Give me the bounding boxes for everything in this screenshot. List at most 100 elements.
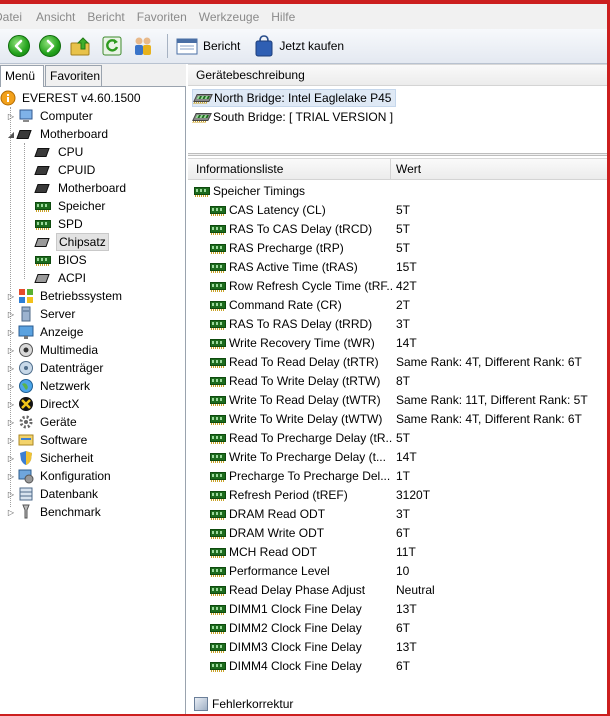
- row-name: Read To Precharge Delay (tR...: [229, 430, 392, 445]
- table-row[interactable]: DIMM1 Clock Fine Delay 13T: [188, 599, 607, 618]
- chipset-icon: [192, 113, 212, 121]
- table-row[interactable]: Read To Write Delay (tRTW) 8T: [188, 371, 607, 390]
- menu-ansicht[interactable]: Ansicht: [36, 10, 83, 24]
- tree-item-datentraeger[interactable]: ▷ Datenträger: [6, 359, 105, 377]
- menu-werkzeuge[interactable]: Werkzeuge: [199, 10, 267, 24]
- tab-favorites[interactable]: Favoriten: [45, 65, 102, 86]
- menu-datei[interactable]: Datei: [0, 10, 30, 24]
- table-row[interactable]: CAS Latency (CL) 5T: [188, 200, 607, 219]
- table-row[interactable]: Read Delay Phase Adjust Neutral: [188, 580, 607, 599]
- expand-icon[interactable]: ▷: [6, 454, 16, 463]
- expand-icon[interactable]: ▷: [6, 418, 16, 427]
- tree-item-chipsatz[interactable]: Chipsatz: [34, 233, 109, 251]
- table-row[interactable]: DRAM Read ODT 3T: [188, 504, 607, 523]
- device-description-header[interactable]: Gerätebeschreibung: [188, 64, 607, 86]
- tree-item-benchmark[interactable]: ▷ Benchmark: [6, 503, 103, 521]
- table-row[interactable]: Write To Precharge Delay (t... 14T: [188, 447, 607, 466]
- tree-item-konfiguration[interactable]: ▷ Konfiguration: [6, 467, 113, 485]
- expand-icon[interactable]: ▷: [6, 436, 16, 445]
- configuration-icon: [18, 468, 34, 484]
- table-row[interactable]: RAS To RAS Delay (tRRD) 3T: [188, 314, 607, 333]
- table-row[interactable]: Precharge To Precharge Del... 1T: [188, 466, 607, 485]
- table-row[interactable]: DIMM2 Clock Fine Delay 6T: [188, 618, 607, 637]
- table-row[interactable]: Read To Read Delay (tRTR) Same Rank: 4T, …: [188, 352, 607, 371]
- tree-item-geraete[interactable]: ▷ Geräte: [6, 413, 79, 431]
- tab-menu-label: Menü: [5, 69, 36, 83]
- row-value: 15T: [396, 259, 417, 274]
- tree-item-software[interactable]: ▷ Software: [6, 431, 89, 449]
- row-name: Row Refresh Cycle Time (tRF...: [229, 278, 392, 293]
- users-button[interactable]: [130, 33, 156, 59]
- tree-item-cpuid[interactable]: CPUID: [34, 161, 97, 179]
- tree-item-directx[interactable]: ▷ DirectX: [6, 395, 81, 413]
- buy-now-button[interactable]: Jetzt kaufen: [254, 35, 344, 57]
- tree-item-anzeige[interactable]: ▷ Anzeige: [6, 323, 85, 341]
- table-row[interactable]: Write Recovery Time (tWR) 14T: [188, 333, 607, 352]
- table-row[interactable]: MCH Read ODT 11T: [188, 542, 607, 561]
- table-row[interactable]: Refresh Period (tREF) 3120T: [188, 485, 607, 504]
- expand-icon[interactable]: ▷: [6, 292, 16, 301]
- tree-item-bios[interactable]: BIOS: [34, 251, 89, 269]
- tree-item-computer[interactable]: ▷ Computer: [6, 107, 95, 125]
- row-name: Refresh Period (tREF): [229, 487, 348, 502]
- expand-icon[interactable]: ▷: [6, 310, 16, 319]
- expand-icon[interactable]: ▷: [6, 364, 16, 373]
- table-row[interactable]: Write To Read Delay (tWTR) Same Rank: 11T…: [188, 390, 607, 409]
- table-row[interactable]: Performance Level 10: [188, 561, 607, 580]
- tree-item-motherboard[interactable]: ◢ Motherboard: [6, 125, 110, 143]
- tree-item-speicher[interactable]: Speicher: [34, 197, 107, 215]
- table-row[interactable]: RAS Precharge (tRP) 5T: [188, 238, 607, 257]
- table-row[interactable]: RAS To CAS Delay (tRCD) 5T: [188, 219, 607, 238]
- expand-icon[interactable]: ▷: [6, 508, 16, 517]
- tree-item-multimedia[interactable]: ▷ Multimedia: [6, 341, 100, 359]
- expand-icon[interactable]: ▷: [6, 490, 16, 499]
- expand-icon[interactable]: ▷: [6, 328, 16, 337]
- back-button[interactable]: [6, 33, 32, 59]
- menu-favoriten[interactable]: Favoriten: [137, 10, 195, 24]
- memory-icon: [210, 471, 226, 482]
- tree-item-cpu[interactable]: CPU: [34, 143, 85, 161]
- tree-root[interactable]: EVEREST v4.60.1500: [0, 89, 143, 107]
- tree-item-spd[interactable]: SPD: [34, 215, 85, 233]
- tree-item-netzwerk[interactable]: ▷ Netzwerk: [6, 377, 92, 395]
- table-row[interactable]: Write To Write Delay (tWTW) Same Rank: 4T…: [188, 409, 607, 428]
- expand-icon[interactable]: ▷: [6, 472, 16, 481]
- up-button[interactable]: [68, 33, 94, 59]
- refresh-button[interactable]: [99, 33, 125, 59]
- tree-item-motherboard-sub[interactable]: Motherboard: [34, 179, 128, 197]
- table-row[interactable]: Row Refresh Cycle Time (tRF... 42T: [188, 276, 607, 295]
- table-row[interactable]: DRAM Write ODT 6T: [188, 523, 607, 542]
- device-item-south-bridge[interactable]: South Bridge: [ TRIAL VERSION ]: [192, 108, 397, 126]
- group-fehlerkorrektur[interactable]: Fehlerkorrektur: [188, 694, 607, 713]
- tree-item-datenbank[interactable]: ▷ Datenbank: [6, 485, 100, 503]
- expand-icon[interactable]: ▷: [6, 112, 16, 121]
- display-icon: [18, 324, 34, 340]
- tree-item-betriebssystem[interactable]: ▷ Betriebssystem: [6, 287, 124, 305]
- expand-icon[interactable]: ▷: [6, 400, 16, 409]
- tree-item-sicherheit[interactable]: ▷ Sicherheit: [6, 449, 95, 467]
- table-row[interactable]: Read To Precharge Delay (tR... 5T: [188, 428, 607, 447]
- expand-icon[interactable]: ▷: [6, 346, 16, 355]
- menu-hilfe[interactable]: Hilfe: [271, 10, 303, 24]
- tree-item-server[interactable]: ▷ Server: [6, 305, 77, 323]
- group-speicher-timings[interactable]: Speicher Timings: [188, 181, 607, 200]
- tab-menu[interactable]: Menü: [0, 65, 44, 87]
- pane-splitter[interactable]: [188, 153, 607, 156]
- row-name: RAS To CAS Delay (tRCD): [229, 221, 373, 236]
- memory-icon: [210, 433, 226, 444]
- tree-item-acpi[interactable]: ACPI: [34, 269, 88, 287]
- table-row[interactable]: DIMM3 Clock Fine Delay 13T: [188, 637, 607, 656]
- table-row[interactable]: Command Rate (CR) 2T: [188, 295, 607, 314]
- device-item-north-bridge[interactable]: North Bridge: Intel Eaglelake P45: [192, 89, 397, 107]
- memory-icon: [210, 623, 226, 634]
- column-header-value[interactable]: Wert: [396, 162, 421, 176]
- column-header-name[interactable]: Informationsliste: [196, 162, 283, 176]
- expand-icon[interactable]: ▷: [6, 382, 16, 391]
- menu-bericht[interactable]: Bericht: [87, 10, 132, 24]
- table-row[interactable]: RAS Active Time (tRAS) 15T: [188, 257, 607, 276]
- collapse-icon[interactable]: ◢: [6, 130, 16, 139]
- forward-button[interactable]: [37, 33, 63, 59]
- report-button[interactable]: Bericht: [176, 36, 240, 56]
- table-row[interactable]: DIMM4 Clock Fine Delay 6T: [188, 656, 607, 675]
- row-name: Read Delay Phase Adjust: [229, 582, 366, 597]
